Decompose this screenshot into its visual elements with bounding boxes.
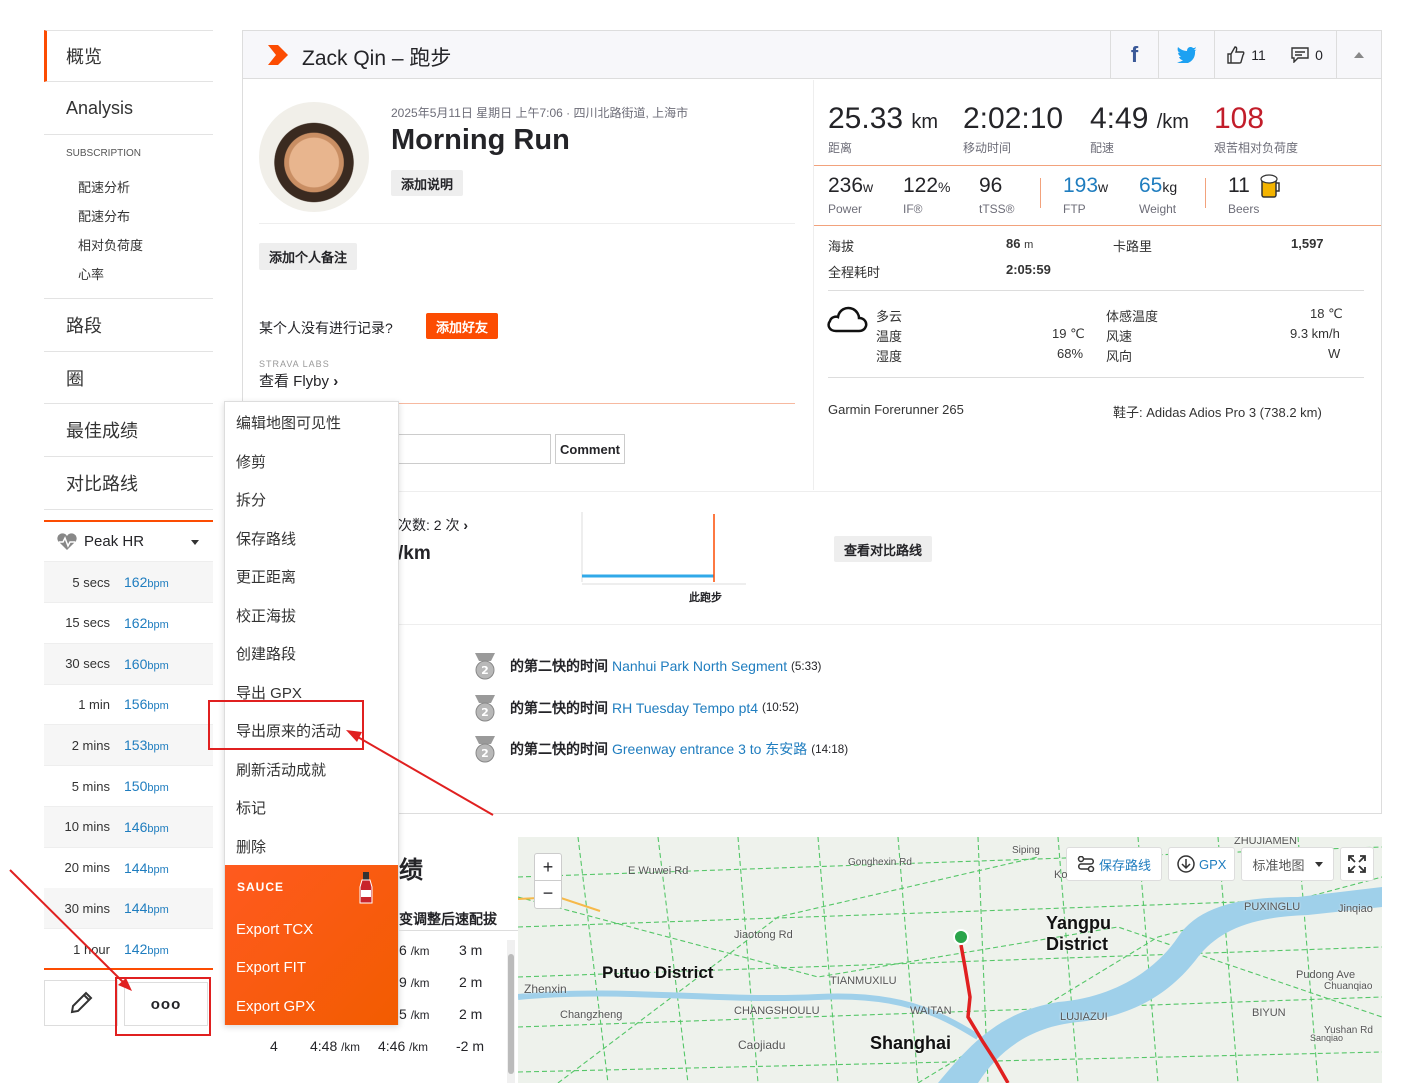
table-scrollbar[interactable] (507, 940, 515, 1083)
zoom-controls: + − (534, 853, 562, 909)
save-route-button[interactable]: 保存路线 (1066, 847, 1163, 881)
map-toolbar: 保存路线 GPX 标准地图 (1066, 847, 1374, 881)
map-label: Jinqiao (1338, 903, 1373, 915)
map-label: Siping (1012, 845, 1040, 856)
map-label: BIYUN (1252, 1007, 1286, 1019)
zoom-out-button[interactable]: − (535, 881, 561, 908)
map-label: Gonghexin Rd (848, 857, 912, 868)
map-label: Pudong Ave (1296, 969, 1356, 981)
map-label: CHANGSHOULU (734, 1005, 820, 1017)
route-icon (1077, 856, 1095, 872)
map-label: Shanghai (870, 1033, 952, 1053)
gpx-download-button[interactable]: GPX (1168, 847, 1236, 881)
map-label: Caojiadu (738, 1038, 786, 1052)
table-row: 4 4:48 /km 4:46 /km -2 m (270, 1038, 484, 1054)
map-label: Sanqiao (1310, 1033, 1344, 1043)
map-label: Chuanqiao (1324, 981, 1373, 992)
laps-heading: 绩 (399, 857, 423, 884)
map-label: Yangpu District (1046, 913, 1112, 954)
route-map[interactable]: + − 保存路线 GPX 标准地图 Putuo District Yangpu D… (518, 837, 1382, 1083)
table-row: 6 /km 3 m (399, 942, 483, 958)
map-label: Putuo District (602, 963, 714, 982)
map-label: ZHUJIAMEN (1234, 837, 1297, 847)
zoom-in-button[interactable]: + (535, 854, 561, 881)
map-label: Changzheng (560, 1009, 623, 1021)
map-label: PUXINGLU (1244, 901, 1301, 913)
map-label: Zhenxin (524, 982, 567, 996)
map-label: TIANMUXILU (830, 975, 897, 987)
map-label: Jiaotong Rd (734, 929, 793, 941)
download-icon (1177, 855, 1195, 873)
map-type-select[interactable]: 标准地图 (1241, 847, 1334, 881)
fullscreen-icon (1347, 855, 1366, 873)
laps-table-header: 变调整后速配拔 (399, 911, 497, 927)
map-label: Ko (1054, 869, 1068, 881)
caret-down-icon (1314, 861, 1323, 867)
map-label: LUJIAZUI (1060, 1011, 1108, 1023)
table-row: 5 /km 2 m (399, 1006, 483, 1022)
map-label: WAITAN (910, 1005, 952, 1017)
fullscreen-button[interactable] (1339, 847, 1374, 881)
map-label: E Wuwei Rd (628, 865, 689, 877)
table-row: 9 /km 2 m (399, 974, 483, 990)
